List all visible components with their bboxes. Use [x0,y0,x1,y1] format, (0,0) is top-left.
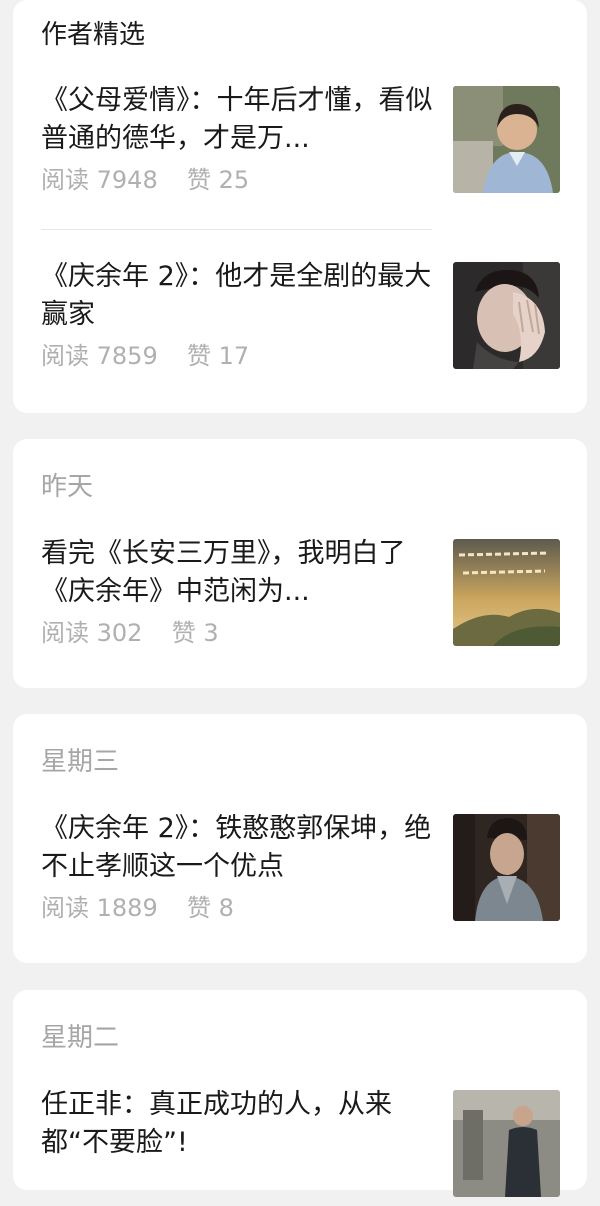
article-item[interactable]: 《庆余年 2》：铁憨憨郭保坤，绝不止孝顺这一个优点 阅读 1889 赞 8 [13,810,587,930]
likes-count: 25 [218,166,250,194]
article-stats: 阅读 1889 赞 8 [41,894,234,922]
reads-count: 7948 [96,166,158,194]
reads-label: 阅读 [41,166,89,194]
likes-count: 17 [218,342,250,370]
likes-label: 赞 [171,619,196,647]
likes-label: 赞 [187,894,211,922]
article-stats: 阅读 7859 赞 17 [41,342,249,370]
reads-count: 1889 [96,894,158,922]
woman-smiling-photo-icon [453,86,560,193]
article-title: 《父母爱情》：十年后才懂，看似普通的德华，才是万... [41,85,433,154]
article-title: 看完《长安三万里》，我明白了《庆余年》中范闲为... [41,538,406,607]
date-group-card: 星期三 《庆余年 2》：铁憨憨郭保坤，绝不止孝顺这一个优点 阅读 1889 赞 … [13,714,587,963]
period-drama-actor-photo-icon [453,814,560,921]
featured-card: 作者精选 《父母爱情》：十年后才懂，看似普通的德华，才是万... 阅读 7948… [13,0,587,413]
calligraphy-landscape-image-icon [453,539,560,646]
likes-count: 8 [218,894,234,922]
reads-count: 302 [96,619,143,647]
article-stats: 阅读 7948 赞 25 [41,166,249,194]
reads-label: 阅读 [41,619,89,647]
article-item[interactable]: 任正非：真正成功的人，从来都“不要脸”! [13,1086,587,1206]
divider [41,229,432,230]
article-title: 任正非：真正成功的人，从来都“不要脸”! [41,1089,392,1158]
reads-count: 7859 [96,342,158,370]
reads-label: 阅读 [41,342,89,370]
date-label: 昨天 [41,472,94,502]
street-scene-photo-icon [453,1090,560,1197]
article-item[interactable]: 看完《长安三万里》，我明白了《庆余年》中范闲为... 阅读 302 赞 3 [13,535,587,655]
article-stats: 阅读 302 赞 3 [41,619,219,647]
man-hand-on-face-photo-icon [453,262,560,369]
date-label: 星期三 [41,747,120,777]
likes-label: 赞 [187,342,211,370]
article-item[interactable]: 《庆余年 2》：他才是全剧的最大赢家 阅读 7859 赞 17 [13,258,587,378]
reads-label: 阅读 [41,894,89,922]
article-item[interactable]: 《父母爱情》：十年后才懂，看似普通的德华，才是万... 阅读 7948 赞 25 [13,82,587,202]
article-title: 《庆余年 2》：铁憨憨郭保坤，绝不止孝顺这一个优点 [41,813,432,882]
section-title-featured: 作者精选 [41,20,146,50]
article-title: 《庆余年 2》：他才是全剧的最大赢家 [41,261,432,330]
date-group-card: 昨天 看完《长安三万里》，我明白了《庆余年》中范闲为... 阅读 302 赞 3 [13,439,587,688]
likes-count: 3 [203,619,219,647]
date-group-card: 星期二 任正非：真正成功的人，从来都“不要脸”! [13,990,587,1197]
likes-label: 赞 [187,166,211,194]
date-label: 星期二 [41,1023,120,1053]
